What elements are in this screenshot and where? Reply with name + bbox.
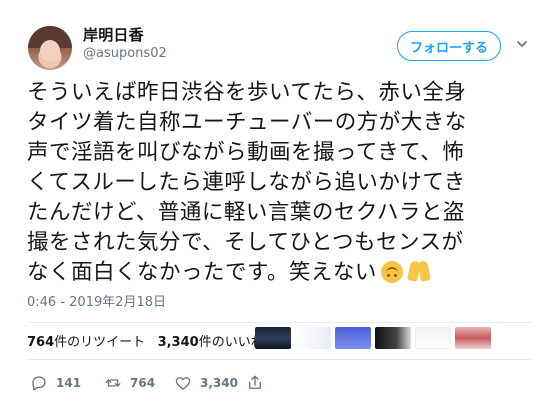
display-name[interactable]: 岸明日香 — [83, 24, 144, 45]
liker-avatar[interactable] — [455, 327, 491, 349]
liker-avatar[interactable] — [255, 327, 291, 349]
tweet-line-last: なく面白くなかったです。笑えない — [27, 258, 532, 288]
tweet-line: なく面白くなかったです。笑えない — [27, 260, 377, 285]
avatar-face — [40, 40, 60, 62]
engagement-stats: 764件のリツイート 3,340件のいいね — [27, 331, 264, 350]
avatar[interactable] — [28, 26, 72, 70]
upside-down-face-icon — [380, 261, 403, 283]
tweet-card: 岸明日香 @asupons02 フォローする そういえば昨日渋谷を歩いてたら、赤… — [0, 0, 556, 411]
liker-avatar[interactable] — [335, 327, 371, 349]
retweet-count: 764 — [130, 376, 156, 390]
tweet-line: タイツ着た自称ユーチューバーの方が大きな — [27, 110, 467, 135]
follow-button[interactable]: フォローする — [397, 31, 501, 61]
retweet-button[interactable]: 764 — [104, 374, 155, 392]
liker-avatar[interactable] — [295, 327, 331, 349]
retweet-stat[interactable]: 764件のリツイート — [27, 335, 145, 350]
chevron-down-icon[interactable] — [516, 38, 528, 50]
folded-hands-icon — [406, 259, 431, 283]
like-count: 3,340 — [200, 376, 238, 390]
heart-icon — [175, 377, 191, 390]
divider — [27, 322, 532, 323]
tweet-line: たんだけど、普通に軽い言葉のセクハラと盗 — [27, 200, 465, 225]
share-icon — [249, 375, 261, 389]
tweet-line: 撮をされた気分で、そしてひとつもセンスが — [27, 230, 464, 255]
liker-avatar[interactable] — [375, 327, 411, 349]
liker-avatar[interactable] — [415, 327, 451, 349]
tweet-line: くてスルーしたら連呼しながら追いかけてき — [27, 170, 466, 195]
tweet-line: 声で淫語を叫びながら動画を撮ってきて、怖 — [27, 140, 465, 165]
tweet-timestamp[interactable]: 0:46 - 2019年2月18日 — [27, 291, 166, 310]
like-stat[interactable]: 3,340件のいいね — [158, 335, 264, 350]
like-button[interactable]: 3,340 — [174, 374, 238, 392]
divider — [27, 359, 532, 360]
reply-button[interactable]: 141 — [30, 374, 81, 392]
share-button[interactable] — [246, 374, 272, 392]
retweet-icon — [105, 379, 121, 387]
user-handle[interactable]: @asupons02 — [83, 46, 167, 61]
reply-icon — [32, 376, 46, 391]
tweet-line: そういえば昨日渋谷を歩いてたら、赤い全身 — [27, 80, 467, 105]
tweet-text: そういえば昨日渋谷を歩いてたら、赤い全身 タイツ着た自称ユーチューバーの方が大き… — [27, 78, 532, 288]
reply-count: 141 — [56, 376, 82, 390]
